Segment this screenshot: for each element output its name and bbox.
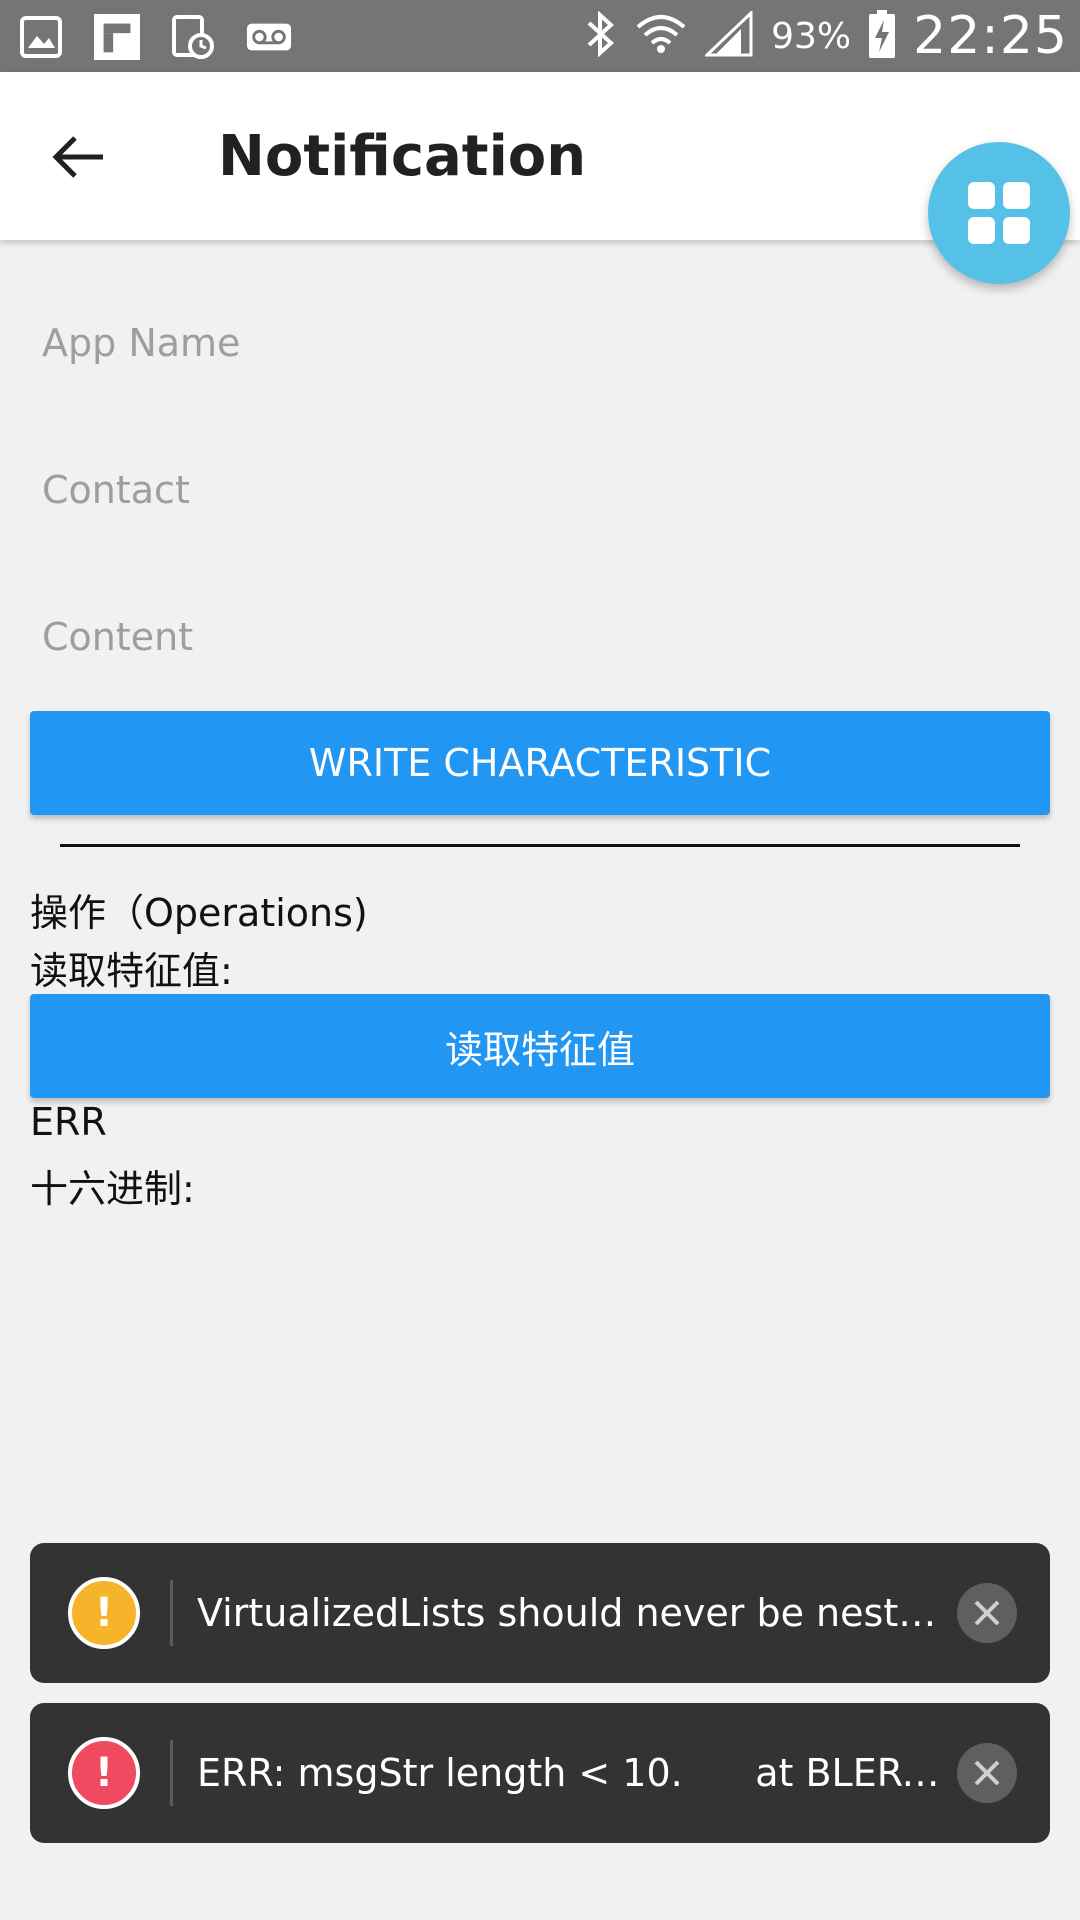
wifi-icon [635,11,687,61]
toast-separator [170,1740,173,1806]
toast-separator [170,1580,173,1646]
close-icon [974,1600,1000,1626]
operations-heading: 操作（Operations) [30,891,368,935]
close-icon [974,1760,1000,1786]
page-title: Notification [218,124,587,189]
write-characteristic-button[interactable]: WRITE CHARACTERISTIC [30,711,1050,815]
voicemail-icon [246,14,292,60]
warning-icon: ! [68,1577,140,1649]
hex-label: 十六进制: [30,1167,195,1211]
battery-charging-icon [869,10,896,62]
cellular-signal-icon [703,9,753,61]
back-button[interactable] [44,122,114,192]
clock: 22:25 [913,6,1068,66]
calendar-clock-icon [170,14,216,60]
divider [60,844,1020,847]
toast-close-button[interactable] [957,1743,1017,1803]
toast-close-button[interactable] [957,1583,1017,1643]
app-bar: Notification [0,72,1080,240]
toast-message: VirtualizedLists should never be nested … [197,1591,942,1635]
gallery-icon [18,14,64,60]
status-bar-notifications [18,14,292,60]
contact-input[interactable] [30,435,1050,545]
read-characteristic-button[interactable]: 读取特征值 [30,994,1050,1098]
app-name-input[interactable] [30,288,1050,398]
grid-icon [968,182,1030,244]
arrow-back-icon [52,136,103,178]
menu-fab-button[interactable] [928,142,1070,284]
error-toast[interactable]: ! ERR: msgStr length < 10. at BLEReadCha… [30,1703,1050,1843]
content-input[interactable] [30,582,1050,692]
flipboard-icon [94,14,140,60]
read-characteristic-label: 读取特征值: [30,949,233,993]
error-icon: ! [68,1737,140,1809]
status-bar: 93% 22:25 [0,0,1080,72]
read-result-text: ERR [30,1100,107,1144]
warning-toast[interactable]: ! VirtualizedLists should never be neste… [30,1543,1050,1683]
toast-message: ERR: msgStr length < 10. at BLEReadChara… [197,1751,942,1795]
status-bar-system: 93% 22:25 [585,6,1068,66]
bluetooth-icon [585,10,617,61]
battery-percentage: 93% [771,15,852,57]
